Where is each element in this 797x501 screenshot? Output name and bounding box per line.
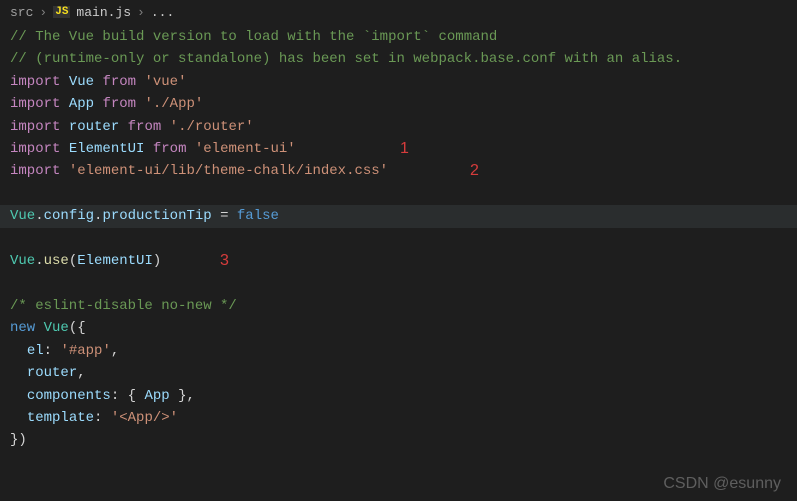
- comment-text: // (runtime-only or standalone) has been…: [10, 51, 682, 67]
- identifier: Vue: [69, 74, 94, 90]
- punct: ,: [186, 388, 194, 404]
- watermark: CSDN @esunny: [663, 475, 781, 493]
- breadcrumb[interactable]: src › JS main.js › ...: [0, 0, 797, 24]
- keyword: false: [237, 208, 279, 224]
- punct: .: [35, 253, 43, 269]
- annotation-3: 3: [220, 250, 229, 272]
- property: el: [27, 343, 44, 359]
- string-literal: './App': [144, 96, 203, 112]
- code-line[interactable]: template: '<App/>': [10, 407, 787, 429]
- identifier: ElementUI: [69, 141, 145, 157]
- punct: (: [69, 320, 77, 336]
- code-line[interactable]: Vue.config.productionTip = false: [0, 205, 797, 227]
- keyword: import: [10, 141, 60, 157]
- string-literal: 'element-ui/lib/theme-chalk/index.css': [69, 163, 388, 179]
- code-line[interactable]: import Vue from 'vue': [10, 71, 787, 93]
- keyword: import: [10, 119, 60, 135]
- keyword: from: [153, 141, 187, 157]
- keyword: from: [102, 74, 136, 90]
- code-line[interactable]: // The Vue build version to load with th…: [10, 26, 787, 48]
- code-line[interactable]: components: { App },: [10, 385, 787, 407]
- identifier: ElementUI: [77, 253, 153, 269]
- js-file-icon: JS: [53, 6, 70, 18]
- code-line[interactable]: [10, 272, 787, 294]
- chevron-right-icon: ›: [137, 5, 145, 20]
- code-editor[interactable]: // The Vue build version to load with th…: [0, 24, 797, 462]
- punct: :: [94, 410, 102, 426]
- punct: {: [77, 320, 85, 336]
- identifier: Vue: [10, 208, 35, 224]
- punct: ,: [111, 343, 119, 359]
- punct: ,: [77, 365, 85, 381]
- string-literal: 'element-ui': [195, 141, 296, 157]
- annotation-2: 2: [470, 160, 479, 182]
- punct: {: [128, 388, 136, 404]
- code-line[interactable]: // (runtime-only or standalone) has been…: [10, 48, 787, 70]
- property: template: [27, 410, 94, 426]
- keyword: from: [102, 96, 136, 112]
- code-line[interactable]: el: '#app',: [10, 340, 787, 362]
- code-line[interactable]: new Vue({: [10, 317, 787, 339]
- comment-text: // The Vue build version to load with th…: [10, 29, 371, 45]
- comment-text: import: [371, 29, 421, 45]
- code-line[interactable]: router,: [10, 362, 787, 384]
- punct: ): [18, 432, 26, 448]
- string-literal: './router': [170, 119, 254, 135]
- keyword: import: [10, 96, 60, 112]
- property: productionTip: [102, 208, 211, 224]
- chevron-right-icon: ›: [39, 5, 47, 20]
- code-line[interactable]: /* eslint-disable no-new */: [10, 295, 787, 317]
- function: use: [44, 253, 69, 269]
- breadcrumb-filename[interactable]: main.js: [76, 5, 131, 20]
- string-literal: '#app': [60, 343, 110, 359]
- keyword: import: [10, 163, 60, 179]
- identifier: App: [144, 388, 169, 404]
- code-line[interactable]: [10, 228, 787, 250]
- property: components: [27, 388, 111, 404]
- code-line[interactable]: import App from './App': [10, 93, 787, 115]
- punct: :: [111, 388, 119, 404]
- punct: .: [35, 208, 43, 224]
- identifier: App: [69, 96, 94, 112]
- keyword: from: [128, 119, 162, 135]
- code-line[interactable]: }): [10, 429, 787, 451]
- comment-text: ` command: [422, 29, 498, 45]
- breadcrumb-trailing[interactable]: ...: [151, 5, 174, 20]
- identifier: router: [69, 119, 119, 135]
- keyword: new: [10, 320, 35, 336]
- identifier: Vue: [44, 320, 69, 336]
- punct: =: [220, 208, 228, 224]
- identifier: Vue: [10, 253, 35, 269]
- keyword: import: [10, 74, 60, 90]
- string-literal: '<App/>': [111, 410, 178, 426]
- breadcrumb-folder[interactable]: src: [10, 5, 33, 20]
- code-line[interactable]: Vue.use(ElementUI) 3: [10, 250, 787, 272]
- punct: ): [153, 253, 161, 269]
- code-line[interactable]: [10, 183, 787, 205]
- punct: :: [44, 343, 52, 359]
- punct: (: [69, 253, 77, 269]
- code-line[interactable]: import router from './router': [10, 116, 787, 138]
- code-line[interactable]: import 'element-ui/lib/theme-chalk/index…: [10, 160, 787, 182]
- identifier: router: [27, 365, 77, 381]
- annotation-1: 1: [400, 138, 409, 160]
- code-line[interactable]: import ElementUI from 'element-ui' 1: [10, 138, 787, 160]
- comment-text: /* eslint-disable no-new */: [10, 298, 237, 314]
- property: config: [44, 208, 94, 224]
- string-literal: 'vue': [144, 74, 186, 90]
